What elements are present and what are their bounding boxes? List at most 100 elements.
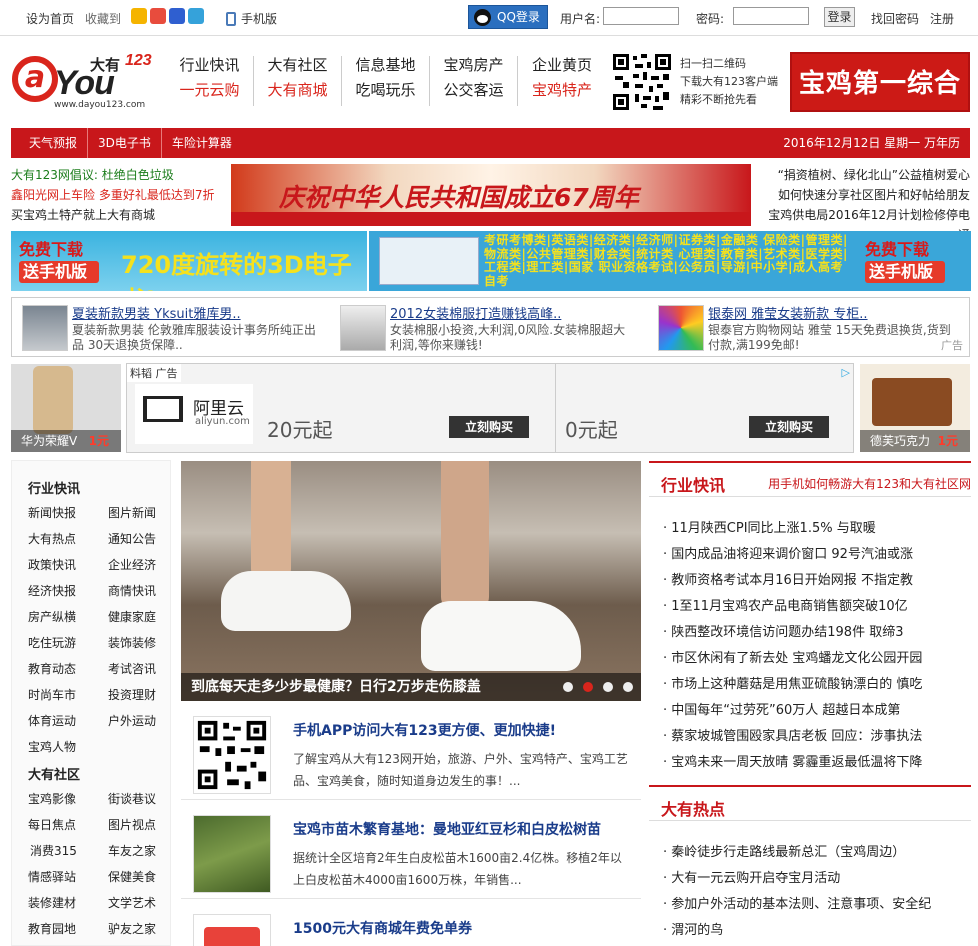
sidebar-item[interactable]: 商情快讯	[108, 582, 156, 599]
news-list-item[interactable]: · 中国每年“过劳死”60万人 超越日本成第	[663, 699, 900, 718]
qq-login-button[interactable]: QQ登录	[468, 5, 548, 29]
sidebar-item[interactable]: 新闻快报	[28, 504, 76, 521]
sidebar-item[interactable]: 装饰装修	[108, 634, 156, 651]
nav-community[interactable]: 大有社区	[254, 56, 342, 81]
sidebar-item[interactable]: 房产纵横	[28, 608, 76, 625]
bookmark-icon-1[interactable]	[131, 8, 147, 24]
bookmark-icon-4[interactable]	[188, 8, 204, 24]
mobile-link[interactable]: 手机版	[226, 10, 277, 27]
sidebar-item[interactable]: 消费315	[30, 842, 77, 859]
slide-dot-active[interactable]	[583, 682, 593, 692]
sidebar-item[interactable]: 教育园地	[28, 920, 76, 937]
sidebar-item[interactable]: 车友之家	[108, 842, 156, 859]
slide-dot[interactable]	[563, 682, 573, 692]
forgot-password-link[interactable]: 找回密码	[871, 10, 919, 27]
panel-title[interactable]: 行业快讯	[661, 472, 725, 496]
ad-title[interactable]: 银泰网 雅莹女装新款 专柜..	[708, 303, 868, 322]
nav-specialty[interactable]: 宝鸡特产	[518, 81, 606, 106]
sidebar-item[interactable]: 政策快讯	[28, 556, 76, 573]
sidebar-item[interactable]: 文学艺术	[108, 894, 156, 911]
sidebar-item[interactable]: 考试咨讯	[108, 660, 156, 677]
sidebar-item[interactable]: 吃住玩游	[28, 634, 76, 651]
sidebar-item[interactable]: 投资理财	[108, 686, 156, 703]
sidebar-item[interactable]: 装修建材	[28, 894, 76, 911]
nav-bus[interactable]: 公交客运	[430, 81, 518, 106]
set-home-link[interactable]: 设为首页	[26, 10, 74, 27]
ebook-banner-left[interactable]: 免费下载送手机版 720度旋转的3D电子书!	[11, 231, 367, 291]
site-logo[interactable]: a You 大有 123 www.dayou123.com	[12, 52, 157, 112]
sidebar-item[interactable]: 图片新闻	[108, 504, 156, 521]
news-list-item[interactable]: · 1至11月宝鸡农产品电商销售额突破10亿	[663, 595, 908, 614]
product-chocolate[interactable]: 德芙巧克力 1元	[860, 364, 970, 452]
news-title[interactable]: 手机APP访问大有123更方便、更加快捷!	[293, 720, 556, 740]
nav-one-yuan[interactable]: 一元云购	[166, 81, 254, 106]
sidebar-item[interactable]: 情感驿站	[28, 868, 76, 885]
sidebar-item[interactable]: 图片视点	[108, 816, 156, 833]
password-input[interactable]	[733, 7, 809, 25]
sidebar-item[interactable]: 宝鸡影像	[28, 790, 76, 807]
adchoices-icon[interactable]: ▷	[842, 366, 850, 379]
qr-code-thumbnail[interactable]	[193, 716, 271, 794]
ad-item[interactable]: 夏装新款男装 Yksuit雅库男.. 夏装新款男装 伦敦雅库服装设计事务所纯正出…	[12, 303, 322, 353]
nav-yellow-pages[interactable]: 企业黄页	[518, 56, 606, 81]
sidebar-item[interactable]: 每日焦点	[28, 816, 76, 833]
sidebar-item[interactable]: 时尚车市	[28, 686, 76, 703]
news-list-item[interactable]: · 大有一元云购开启夺宝月活动	[663, 867, 840, 886]
sidebar-item[interactable]: 户外运动	[108, 712, 156, 729]
nav-industry-news[interactable]: 行业快讯	[166, 56, 254, 81]
buy-button[interactable]: 立刻购买	[449, 416, 529, 438]
panel-title[interactable]: 大有热点	[661, 796, 725, 820]
promo-link[interactable]: 大有123网倡议: 杜绝白色垃圾	[11, 165, 214, 185]
nav-info-base[interactable]: 信息基地	[342, 56, 430, 81]
slide-dot[interactable]	[603, 682, 613, 692]
ebook-link[interactable]: 3D电子书	[87, 128, 161, 158]
bookmark-icon-2[interactable]	[150, 8, 166, 24]
news-title[interactable]: 1500元大有商城年费免单券	[293, 918, 472, 938]
news-list-item[interactable]: · 国内成品油将迎来调价窗口 92号汽油或涨	[663, 543, 913, 562]
news-list-item[interactable]: · 秦岭徒步行走路线最新总汇（宝鸡周边）	[663, 841, 905, 860]
news-list-item[interactable]: · 市区休闲有了新去处 宝鸡蟠龙文化公园开园	[663, 647, 922, 666]
baidu-paw-icon[interactable]	[169, 8, 185, 24]
portal-banner[interactable]: 宝鸡第一综合门户	[790, 52, 970, 159]
slide-dot[interactable]	[623, 682, 633, 692]
sidebar-item[interactable]: 健康家庭	[108, 608, 156, 625]
sidebar-heading[interactable]: 大有社区	[28, 764, 80, 783]
weather-link[interactable]: 天气预报	[19, 128, 87, 158]
news-list-item[interactable]: · 市场上这种蘑菇是用焦亚硫酸钠漂白的 慎吃	[663, 673, 922, 692]
ad-title[interactable]: 2012女装棉服打造赚钱高峰..	[390, 303, 561, 322]
sidebar-item[interactable]: 体育运动	[28, 712, 76, 729]
sidebar-item[interactable]: 驴友之家	[108, 920, 156, 937]
news-list-item[interactable]: · 教师资格考试本月16日开始网报 不指定教	[663, 569, 913, 588]
sidebar-item[interactable]: 保健美食	[108, 868, 156, 885]
ad-item[interactable]: 银泰网 雅莹女装新款 专柜.. 银泰官方购物网站 雅莹 15天免费退换货,货到付…	[648, 303, 958, 353]
buy-button[interactable]: 立刻购买	[749, 416, 829, 438]
nav-food-fun[interactable]: 吃喝玩乐	[342, 81, 430, 106]
car-insurance-link[interactable]: 车险计算器	[160, 128, 242, 158]
ebook-banner-right[interactable]: 考研考博类|英语类|经济类|经济师|证券类|金融类 保险类|管理类|物流类|公共…	[369, 231, 971, 291]
sidebar-item[interactable]: 教育动态	[28, 660, 76, 677]
register-link[interactable]: 注册	[930, 10, 954, 27]
ad-title[interactable]: 夏装新款男装 Yksuit雅库男..	[72, 303, 241, 322]
username-input[interactable]	[603, 7, 679, 25]
login-button[interactable]: 登录	[824, 7, 855, 27]
sidebar-item[interactable]: 经济快报	[28, 582, 76, 599]
coupon-thumbnail[interactable]	[193, 914, 271, 946]
news-list-item[interactable]: · 陕西整改环境信访问题办结198件 取缔3	[663, 621, 903, 640]
news-list-item[interactable]: · 宝鸡未来一周天放晴 雾霾重返最低温将下降	[663, 751, 922, 770]
news-list-item[interactable]: · 11月陕西CPI同比上涨1.5% 与取暖	[663, 517, 876, 536]
sidebar-item[interactable]: 企业经济	[108, 556, 156, 573]
news-list-item[interactable]: · 参加户外活动的基本法则、注意事项、安全纪	[663, 893, 931, 912]
nav-real-estate[interactable]: 宝鸡房产	[430, 56, 518, 81]
anniversary-banner[interactable]: 庆祝中华人民共和国成立67周年	[231, 164, 751, 226]
seedling-thumbnail[interactable]	[193, 815, 271, 893]
news-title[interactable]: 宝鸡市苗木繁育基地：曼地亚红豆杉和白皮松树苗	[293, 819, 601, 839]
promo-link[interactable]: 如何快速分享社区图片和好帖给朋友	[760, 185, 970, 205]
product-phone[interactable]: 华为荣耀V 1元	[11, 364, 121, 452]
sidebar-heading[interactable]: 行业快讯	[28, 478, 80, 497]
date-calendar[interactable]: 2016年12月12日 星期一 万年历	[783, 128, 960, 158]
sidebar-item[interactable]: 宝鸡人物	[28, 738, 76, 755]
sidebar-item[interactable]: 街谈巷议	[108, 790, 156, 807]
promo-link[interactable]: 买宝鸡土特产就上大有商城	[11, 205, 214, 225]
nav-mall[interactable]: 大有商城	[254, 81, 342, 106]
sidebar-item[interactable]: 大有热点	[28, 530, 76, 547]
